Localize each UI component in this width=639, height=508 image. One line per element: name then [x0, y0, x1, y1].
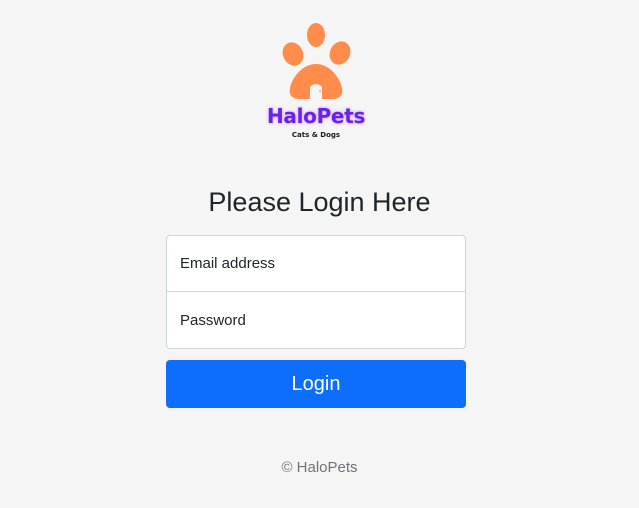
brand-name: HaloPets: [266, 104, 366, 128]
page-title: Please Login Here: [208, 187, 431, 217]
password-field-wrapper: [166, 292, 466, 349]
brand-logo: HaloPets Cats & Dogs: [250, 20, 380, 145]
email-field-wrapper: [166, 235, 466, 292]
footer-copyright: © HaloPets: [281, 459, 358, 476]
password-field[interactable]: [180, 311, 452, 329]
brand-tagline: Cats & Dogs: [291, 131, 341, 139]
paw-print-icon: [282, 23, 351, 100]
email-field[interactable]: [180, 255, 452, 272]
login-button[interactable]: Login: [166, 360, 466, 408]
login-form: [166, 235, 466, 349]
